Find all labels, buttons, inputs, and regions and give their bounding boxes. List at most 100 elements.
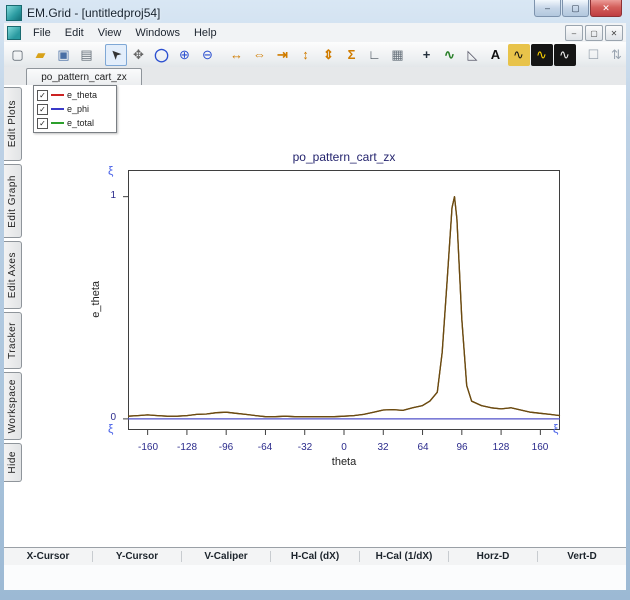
print-button[interactable]: ▤	[76, 44, 98, 66]
sidebar-tab-edit-plots[interactable]: Edit Plots	[4, 87, 22, 161]
mdi-minimize-button[interactable]: –	[565, 25, 583, 41]
statusbar: X-CursorY-CursorV-CaliperH-Cal (dX)H-Cal…	[4, 547, 626, 566]
sidebar-tab-tracker[interactable]: Tracker	[4, 312, 22, 369]
slope-marker-button[interactable]: ◺	[462, 44, 484, 66]
axis-handle-icon[interactable]: ξ	[553, 423, 558, 435]
save-file-icon: ▣	[57, 48, 69, 61]
status-vert-d: Vert-D	[537, 551, 626, 562]
close-button[interactable]: ✕	[590, 0, 622, 17]
x-tick-label: 32	[363, 442, 403, 453]
mdi-restore-button[interactable]: ▢	[585, 25, 603, 41]
smooth-curve-icon: ∿	[444, 48, 455, 61]
maximize-button[interactable]: ▢	[562, 0, 589, 17]
axis-handle-icon[interactable]: ξ	[108, 165, 113, 177]
expand-y-button[interactable]: ⇕	[318, 44, 340, 66]
add-trace-button[interactable]: +	[416, 44, 438, 66]
tab-po-pattern-cart-zx[interactable]: po_pattern_cart_zx	[26, 68, 142, 85]
menu-file[interactable]: File	[26, 23, 58, 42]
toggle-option-1-button[interactable]: ☐	[583, 44, 605, 66]
series-e_theta	[128, 197, 560, 417]
open-file-button[interactable]: ▰	[30, 44, 52, 66]
menu-windows[interactable]: Windows	[128, 23, 187, 42]
legend-label: e_theta	[67, 90, 97, 100]
axes-setup-button[interactable]: ∟	[364, 44, 386, 66]
sidebar-tab-label: Edit Plots	[7, 100, 18, 147]
print-icon: ▤	[80, 48, 92, 61]
x-tick-label: -96	[206, 442, 246, 453]
clip-x-icon: ⇥	[277, 48, 288, 61]
zoom-out-icon: ⊖	[202, 48, 213, 61]
app-icon	[6, 5, 22, 21]
menubar: FileEditViewWindowsHelp – ▢ ✕	[4, 23, 626, 43]
sidebar-tab-label: Hide	[7, 451, 18, 474]
series-e_total	[128, 197, 560, 417]
dark-plot-view-2-button[interactable]: ∿	[554, 44, 576, 66]
sidebar-tab-hide[interactable]: Hide	[4, 443, 22, 482]
checkbox-icon[interactable]: ✓	[37, 118, 48, 129]
sidebar-tab-edit-graph[interactable]: Edit Graph	[4, 164, 22, 238]
checkbox-icon[interactable]: ✓	[37, 90, 48, 101]
grid-toggle-button[interactable]: ▦	[387, 44, 409, 66]
new-file-button[interactable]: ▢	[7, 44, 29, 66]
x-tick-label: 96	[442, 442, 482, 453]
smooth-curve-button[interactable]: ∿	[439, 44, 461, 66]
fit-height-button[interactable]: ↕	[295, 44, 317, 66]
x-tick-label: 0	[324, 442, 364, 453]
legend-label: e_phi	[67, 104, 89, 114]
sidebar-tab-edit-axes[interactable]: Edit Axes	[4, 241, 22, 309]
plot-canvas[interactable]	[120, 162, 568, 438]
tabstrip: po_pattern_cart_zx	[4, 67, 626, 86]
plot-frame	[129, 171, 560, 430]
menu-items: FileEditViewWindowsHelp	[26, 23, 224, 42]
sidebar-tab-workspace[interactable]: Workspace	[4, 372, 22, 440]
legend-item-e-total[interactable]: ✓e_total	[37, 116, 113, 130]
clip-x-button[interactable]: ⇥	[272, 44, 294, 66]
zoom-region-icon: ◯	[154, 48, 169, 61]
zoom-region-button[interactable]: ◯	[151, 44, 173, 66]
legend-item-e-phi[interactable]: ✓ e_phi	[37, 102, 113, 116]
legend: ✓ e_theta ✓ e_phi ✓e_total	[33, 85, 117, 133]
menu-edit[interactable]: Edit	[58, 23, 91, 42]
legend-line-swatch	[51, 94, 64, 96]
minimize-button[interactable]: –	[534, 0, 561, 17]
bottom-strip	[4, 565, 626, 590]
titlebar[interactable]: EM.Grid - [untitledproj54] – ▢ ✕	[6, 3, 624, 22]
colormap-view-button[interactable]: ∿	[508, 44, 530, 66]
toolbar: ▢▰▣▤➤✥◯⊕⊖↔⇔⇥↕⇕Σ∟▦+∿◺A∿∿∿☐⇅◫⊞≡Layou	[4, 42, 626, 68]
x-axis-label: theta	[128, 456, 560, 468]
y-axis-label: e_theta	[90, 281, 102, 318]
menu-help[interactable]: Help	[187, 23, 224, 42]
sidebar-tab-label: Workspace	[7, 379, 18, 433]
save-file-button[interactable]: ▣	[53, 44, 75, 66]
legend-item-e-theta[interactable]: ✓ e_theta	[37, 88, 113, 102]
status-horz-d: Horz-D	[448, 551, 537, 562]
sidebar-tab-label: Edit Axes	[7, 252, 18, 298]
mdi-close-button[interactable]: ✕	[605, 25, 623, 41]
plot-client: Edit Plots Edit Graph Edit Axes Tracker Work…	[4, 85, 626, 547]
menu-view[interactable]: View	[91, 23, 129, 42]
toggle-option-2-button[interactable]: ⇅	[606, 44, 628, 66]
fit-width-button[interactable]: ↔	[226, 44, 248, 66]
zoom-out-button[interactable]: ⊖	[197, 44, 219, 66]
zoom-in-button[interactable]: ⊕	[174, 44, 196, 66]
status-x-cursor: X-Cursor	[4, 551, 92, 562]
sidebar-tabs: Edit Plots Edit Graph Edit Axes Tracker Work…	[4, 87, 23, 485]
autoscale-button[interactable]: Σ	[341, 44, 363, 66]
pointer-tool-icon: ➤	[107, 46, 124, 63]
window-controls: – ▢ ✕	[533, 0, 622, 17]
checkbox-icon[interactable]: ✓	[37, 104, 48, 115]
pan-tool-button[interactable]: ✥	[128, 44, 150, 66]
x-tick-label: -32	[285, 442, 325, 453]
dark-plot-view-icon: ∿	[536, 48, 547, 61]
dark-plot-view-button[interactable]: ∿	[531, 44, 553, 66]
x-tick-label: -64	[245, 442, 285, 453]
zoom-in-icon: ⊕	[179, 48, 190, 61]
axis-handle-icon[interactable]: ξ	[108, 423, 113, 435]
expand-x-button[interactable]: ⇔	[249, 44, 271, 66]
text-annotation-button[interactable]: A	[485, 44, 507, 66]
pointer-tool-button[interactable]: ➤	[105, 44, 127, 66]
y-tick-label: 1	[92, 190, 116, 201]
expand-x-icon: ⇔	[253, 48, 266, 61]
status-y-cursor: Y-Cursor	[92, 551, 181, 562]
open-file-icon: ▰	[36, 48, 46, 61]
